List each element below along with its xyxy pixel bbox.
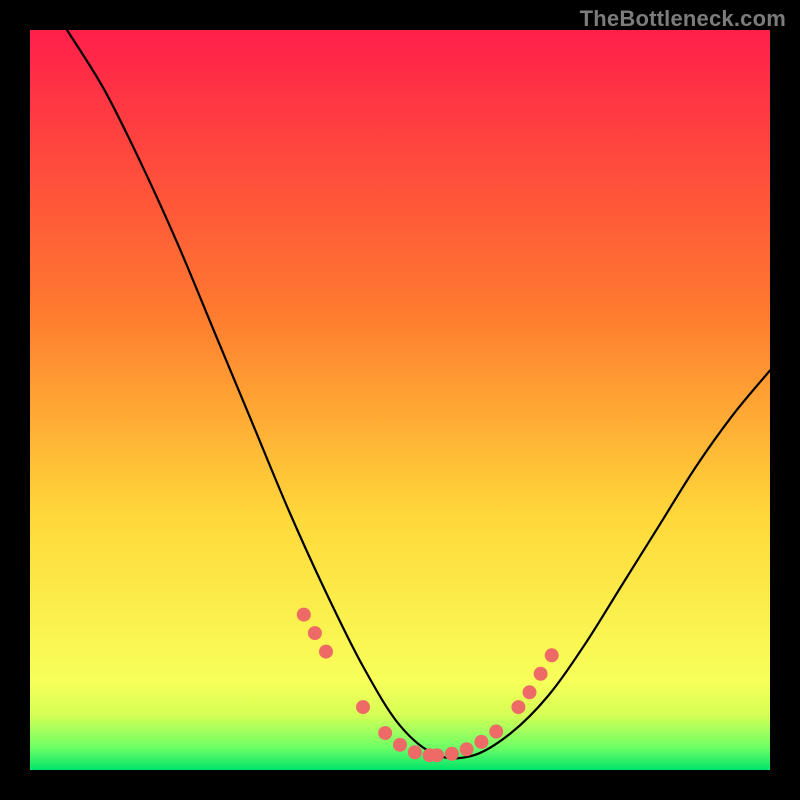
curve-marker	[378, 726, 392, 740]
curve-marker	[356, 700, 370, 714]
curve-marker	[460, 742, 474, 756]
watermark-text: TheBottleneck.com	[580, 6, 786, 32]
curve-marker	[445, 747, 459, 761]
curve-marker	[545, 648, 559, 662]
curve-marker	[308, 626, 322, 640]
curve-marker	[393, 738, 407, 752]
curve-marker	[474, 735, 488, 749]
curve-marker	[489, 725, 503, 739]
gradient-background	[30, 30, 770, 770]
curve-marker	[297, 608, 311, 622]
curve-marker	[511, 700, 525, 714]
curve-marker	[408, 745, 422, 759]
chart-frame	[30, 30, 770, 770]
curve-marker	[430, 748, 444, 762]
curve-marker	[319, 645, 333, 659]
bottleneck-chart	[30, 30, 770, 770]
curve-marker	[534, 667, 548, 681]
curve-marker	[523, 685, 537, 699]
